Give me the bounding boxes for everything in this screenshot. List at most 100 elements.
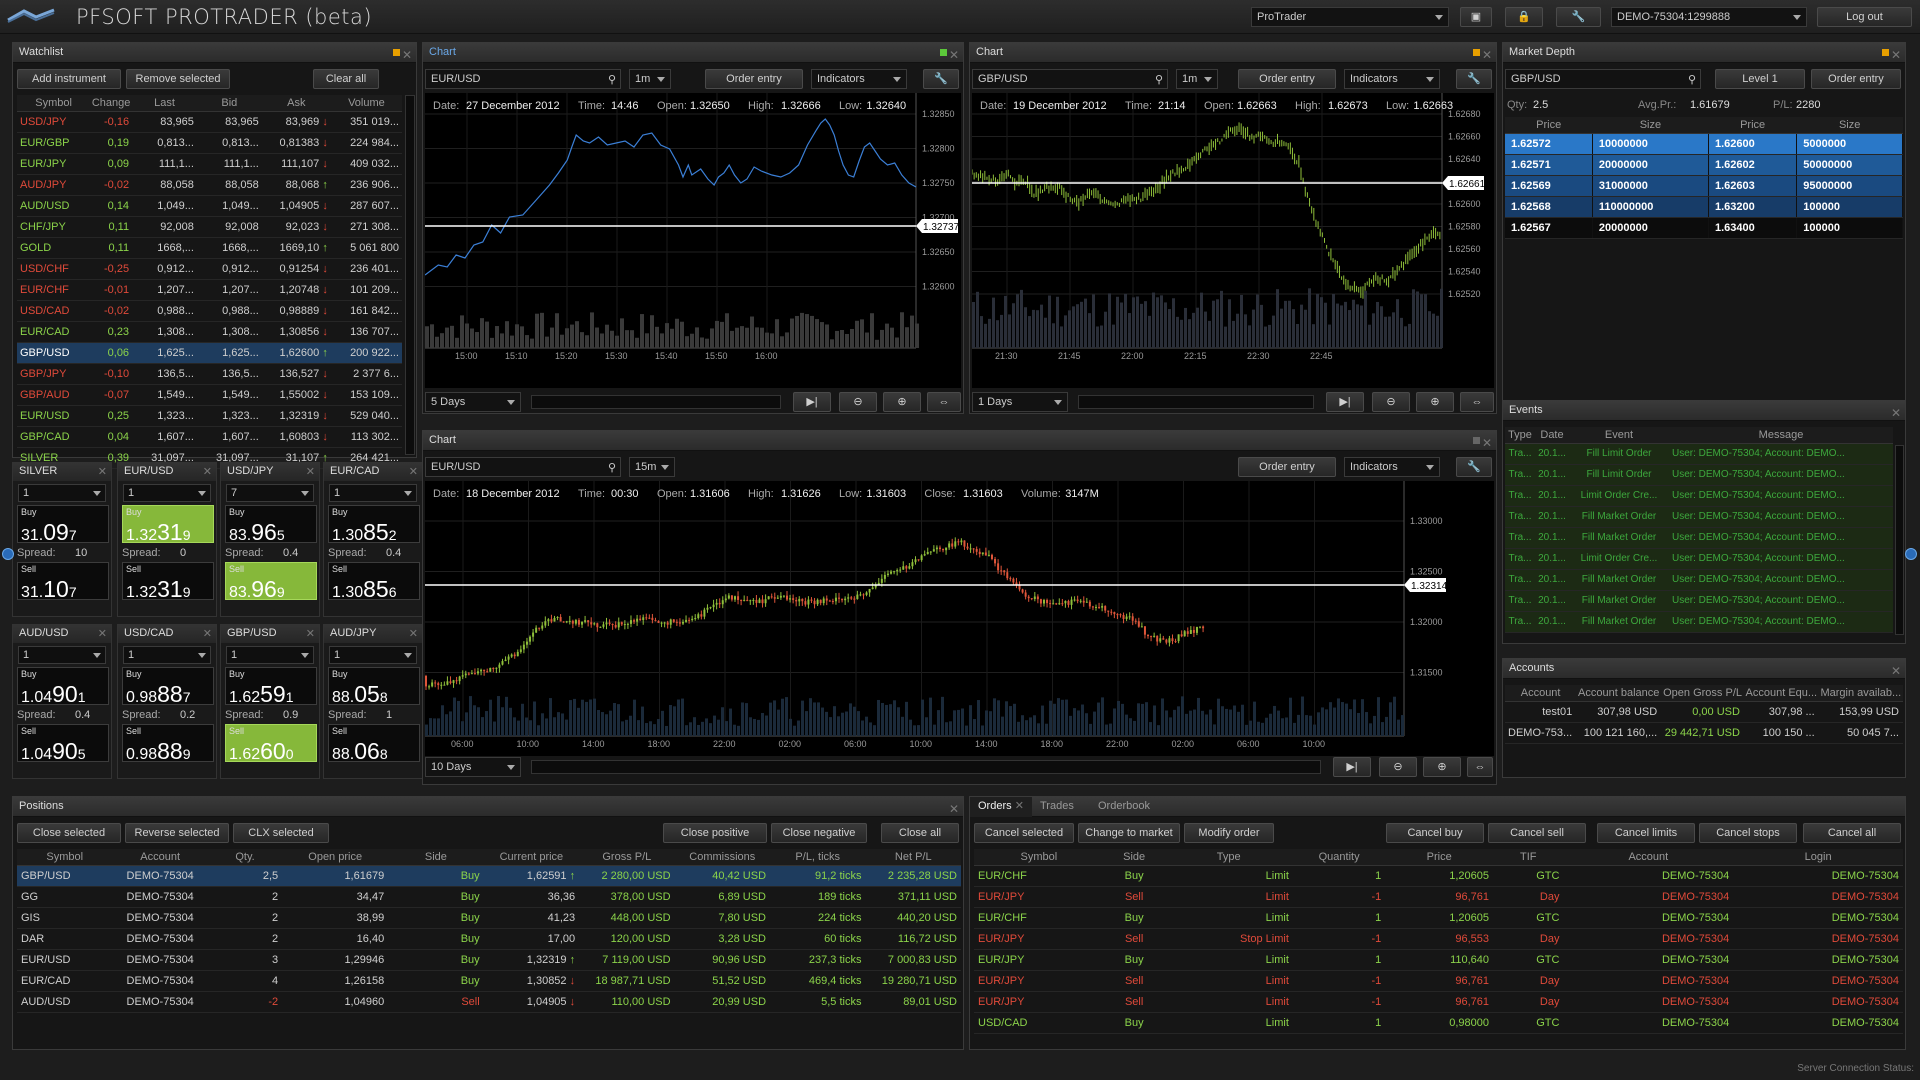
close-icon[interactable]: ✕ [1891,662,1901,681]
scrollbar[interactable] [1895,445,1904,635]
watchlist-row[interactable]: USD/CAD -0,02 0,988... 0,988... 0,98889 ↓ 161… [17,300,402,322]
logout-button[interactable]: Log out [1817,7,1912,27]
chart1-order-entry-button[interactable]: Order entry [705,69,803,89]
watchlist-row[interactable]: GOLD 0,11 1668,... 1668,... 1669,10 ↑ 5 061 8… [17,237,402,259]
watchlist-row[interactable]: GBP/AUD -0,07 1,549... 1,549... 1,55002 ↓ 153… [17,384,402,406]
chart2-timeframe[interactable]: 1m [1176,69,1218,89]
watchlist-row[interactable]: AUD/USD 0,14 1,049... 1,049... 1,04905 ↓ 287 … [17,195,402,217]
zoom-out-button[interactable]: ⊖ [839,392,877,412]
column-header[interactable]: Login [1733,849,1903,866]
account-row[interactable]: DEMO-753... 100 121 160,... 29 442,71 USD 1… [1505,722,1903,744]
chart2-symbol-input[interactable]: GBP/USD ⚲ [972,69,1168,89]
chart2-range[interactable]: 1 Days [972,392,1068,412]
fit-button[interactable]: ⇔ [927,392,961,412]
right-dock-handle[interactable] [1905,548,1917,560]
column-header[interactable]: Symbol [17,849,113,866]
depth-symbol-input[interactable]: GBP/USD ⚲ [1505,69,1701,89]
close-icon[interactable]: ✕ [949,46,959,65]
close-icon[interactable]: ✕ [306,626,315,643]
buy-price-button[interactable]: Buy 1.30852 [328,505,420,545]
chart2-indicators[interactable]: Indicators [1344,69,1440,89]
close-icon[interactable]: ✕ [1891,46,1901,65]
cancel-limits-button[interactable]: Cancel limits [1597,823,1695,843]
close-icon[interactable]: ✕ [402,46,412,65]
chart1-scrollbar[interactable] [531,395,781,409]
quantity-input[interactable]: 7 [226,484,314,502]
close-all-button[interactable]: Close all [881,823,959,843]
event-row[interactable]: Tra... 20.1... Fill Market Order User: DEMO… [1505,590,1893,612]
link-color-icon[interactable] [940,49,947,56]
sell-price-button[interactable]: Sell 1.32319 [122,562,214,602]
watchlist-row[interactable]: AUD/JPY -0,02 88,058 88,058 88,068 ↑ 236 906.… [17,174,402,196]
position-row[interactable]: AUD/USD DEMO-75304 -2 1,04960 Sell 1,04905 ↓ 1… [17,991,961,1013]
close-icon[interactable]: ✕ [1482,434,1492,453]
settings-button[interactable]: 🔧 [1556,7,1601,27]
event-row[interactable]: Tra... 20.1... Fill Limit Order User: DEMO-… [1505,443,1893,465]
watchlist-row[interactable]: CHF/JPY 0,11 92,008 92,008 92,023 ↓ 271 308..… [17,216,402,238]
quantity-input[interactable]: 1 [123,646,211,664]
zoom-out-button[interactable]: ⊖ [1372,392,1410,412]
depth-order-entry-button[interactable]: Order entry [1811,69,1901,89]
change-to-market-button[interactable]: Change to market [1078,823,1180,843]
column-header[interactable]: Margin availab... [1818,685,1903,702]
chart3-timeframe[interactable]: 15m [629,457,675,477]
column-header[interactable]: Open price [282,849,389,866]
tab-orders[interactable]: Orders ✕ [970,797,1032,817]
link-color-icon[interactable] [1473,49,1480,56]
position-row[interactable]: GIS DEMO-75304 2 38,99 Buy 41,23 448,00 USD 7,8… [17,907,961,929]
close-icon[interactable]: ✕ [1891,404,1901,423]
quantity-input[interactable]: 1 [18,484,106,502]
order-row[interactable]: EUR/JPY Sell Stop Limit -1 96,553 Day DEMO-753… [974,928,1903,950]
close-selected-button[interactable]: Close selected [17,823,121,843]
quantity-input[interactable]: 1 [18,646,106,664]
column-header[interactable]: Net P/L [865,849,961,866]
scroll-end-button[interactable]: ▶| [793,392,831,412]
position-row[interactable]: DAR DEMO-75304 2 16,40 Buy 17,00 120,00 USD 3,2… [17,928,961,950]
column-header[interactable]: Gross P/L [579,849,675,866]
chart3-order-entry-button[interactable]: Order entry [1238,457,1336,477]
chart1-symbol-input[interactable]: EUR/USD ⚲ [425,69,621,89]
column-header[interactable]: P/L, ticks [770,849,866,866]
close-icon[interactable]: ✕ [1015,800,1024,812]
column-header[interactable]: Commissions [674,849,771,866]
column-header[interactable]: Event [1569,427,1669,444]
column-header[interactable]: Last [132,95,197,112]
sell-price-button[interactable]: Sell 1.62600 [225,724,317,764]
column-header[interactable]: Current price [483,849,580,866]
quantity-input[interactable]: 1 [329,646,417,664]
column-header[interactable]: Type [1505,427,1535,444]
position-row[interactable]: EUR/CAD DEMO-75304 4 1,26158 Buy 1,30852 ↓ 18 … [17,970,961,992]
order-row[interactable]: EUR/CHF Buy Limit 1 1,20605 GTC DEMO-75304 DEMO… [974,907,1903,929]
scroll-end-button[interactable]: ▶| [1326,392,1364,412]
column-header[interactable]: Change [90,95,133,112]
depth-row[interactable]: 1.62572 10000000 1.62600 5000000 [1505,133,1903,155]
fit-button[interactable]: ⇔ [1467,757,1493,777]
column-header[interactable]: Open Gross P/L [1661,685,1744,702]
add-instrument-button[interactable]: Add instrument [17,69,121,89]
column-header[interactable]: Qty. [207,849,283,866]
order-row[interactable]: USD/CAD Buy Limit 1 0,98000 GTC DEMO-75304 DEMO… [974,1012,1903,1034]
link-color-icon[interactable] [1882,49,1889,56]
watchlist-row[interactable]: EUR/GBP 0,19 0,813... 0,813... 0,81383 ↓ 224 … [17,132,402,154]
column-header[interactable]: Account [1563,849,1734,866]
zoom-in-button[interactable]: ⊕ [883,392,921,412]
column-header[interactable]: Price [1385,849,1494,866]
zoom-in-button[interactable]: ⊕ [1416,392,1454,412]
cancel-stops-button[interactable]: Cancel stops [1699,823,1797,843]
lock-button[interactable]: 🔒 [1505,7,1543,27]
chart1-timeframe[interactable]: 1m [629,69,671,89]
sell-price-button[interactable]: Sell 31.107 [17,562,109,602]
close-icon[interactable]: ✕ [306,464,315,481]
chart3-settings-button[interactable]: 🔧 [1456,457,1492,477]
column-header[interactable]: Bid [196,95,262,112]
order-row[interactable]: EUR/JPY Sell Limit -1 96,761 Day DEMO-75304 DEM… [974,886,1903,908]
clear-all-button[interactable]: Clear all [313,69,379,89]
watchlist-row[interactable]: GBP/USD 0,06 1,625... 1,625... 1,62600 ↑ 200 … [17,342,402,364]
depth-row[interactable]: 1.62569 31000000 1.62603 95000000 [1505,175,1903,197]
column-header[interactable]: Ask [261,95,331,112]
account-row[interactable]: test01 307,98 USD 0,00 USD 307,98 ... 153,99… [1505,701,1903,723]
chart3-indicators[interactable]: Indicators [1344,457,1440,477]
watchlist-row[interactable]: EUR/USD 0,25 1,323... 1,323... 1,32319 ↓ 529 … [17,405,402,427]
close-icon[interactable]: ✕ [949,800,959,819]
column-header[interactable]: Type [1164,849,1293,866]
